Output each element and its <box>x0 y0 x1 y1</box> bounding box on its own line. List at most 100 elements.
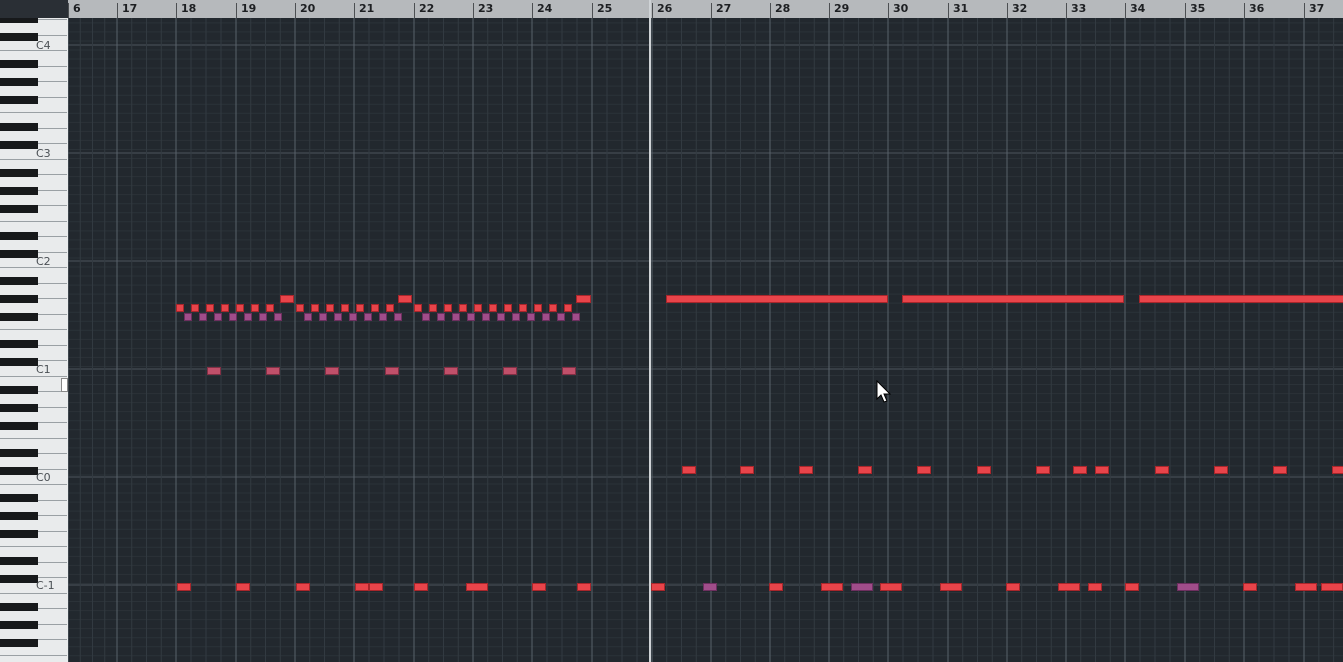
midi-note[interactable] <box>341 304 349 312</box>
midi-note[interactable] <box>1155 466 1169 474</box>
bar-number-21[interactable]: 21 <box>354 3 374 18</box>
midi-note[interactable] <box>666 295 888 303</box>
bar-number-19[interactable]: 19 <box>236 3 256 18</box>
black-key[interactable] <box>0 78 38 87</box>
midi-note[interactable] <box>429 304 437 312</box>
midi-note[interactable] <box>682 466 696 474</box>
midi-note[interactable] <box>489 304 497 312</box>
midi-note[interactable] <box>519 304 527 312</box>
midi-note[interactable] <box>459 304 467 312</box>
bar-number-31[interactable]: 31 <box>948 3 968 18</box>
midi-note[interactable] <box>304 313 312 321</box>
bar-number-27[interactable]: 27 <box>711 3 731 18</box>
bar-number-37[interactable]: 37 <box>1304 3 1324 18</box>
midi-note[interactable] <box>206 304 214 312</box>
midi-note[interactable] <box>1273 466 1287 474</box>
midi-note[interactable] <box>325 367 339 375</box>
black-key[interactable] <box>0 32 38 41</box>
midi-note[interactable] <box>527 313 535 321</box>
midi-note[interactable] <box>1332 466 1343 474</box>
black-key[interactable] <box>0 403 38 412</box>
midi-note[interactable] <box>355 583 369 591</box>
midi-note[interactable] <box>1214 466 1228 474</box>
midi-note[interactable] <box>349 313 357 321</box>
midi-note[interactable] <box>557 313 565 321</box>
midi-note[interactable] <box>266 367 280 375</box>
midi-note[interactable] <box>512 313 520 321</box>
midi-note[interactable] <box>214 313 222 321</box>
bar-number-34[interactable]: 34 <box>1125 3 1145 18</box>
midi-note[interactable] <box>651 583 665 591</box>
black-key[interactable] <box>0 60 38 69</box>
midi-note[interactable] <box>437 313 445 321</box>
midi-note[interactable] <box>274 313 282 321</box>
midi-note[interactable] <box>236 304 244 312</box>
bar-number-23[interactable]: 23 <box>473 3 493 18</box>
bar-number-17[interactable]: 17 <box>117 3 137 18</box>
midi-note[interactable] <box>386 304 394 312</box>
midi-note[interactable] <box>769 583 783 591</box>
midi-note[interactable] <box>191 304 199 312</box>
midi-note[interactable] <box>452 313 460 321</box>
midi-note[interactable] <box>858 466 872 474</box>
midi-note[interactable] <box>1139 295 1343 303</box>
bar-number-24[interactable]: 24 <box>532 3 552 18</box>
black-key[interactable] <box>0 277 38 286</box>
bar-number-25[interactable]: 25 <box>592 3 612 18</box>
black-key[interactable] <box>0 249 38 258</box>
midi-note[interactable] <box>851 583 873 591</box>
black-key[interactable] <box>0 295 38 304</box>
midi-note[interactable] <box>466 583 488 591</box>
bar-number-18[interactable]: 18 <box>176 3 196 18</box>
midi-note[interactable] <box>221 304 229 312</box>
midi-note[interactable] <box>394 313 402 321</box>
black-key[interactable] <box>0 512 38 521</box>
black-key[interactable] <box>0 530 38 539</box>
black-key[interactable] <box>0 186 38 195</box>
black-key[interactable] <box>0 620 38 629</box>
midi-note[interactable] <box>319 313 327 321</box>
midi-note[interactable] <box>311 304 319 312</box>
bar-number-26[interactable]: 26 <box>652 3 672 18</box>
bar-number-36[interactable]: 36 <box>1244 3 1264 18</box>
midi-note[interactable] <box>422 313 430 321</box>
black-key[interactable] <box>0 168 38 177</box>
note-grid[interactable] <box>68 18 1343 662</box>
midi-note[interactable] <box>184 313 192 321</box>
midi-note[interactable] <box>1006 583 1020 591</box>
midi-note[interactable] <box>902 295 1124 303</box>
midi-note[interactable] <box>1321 583 1343 591</box>
black-key[interactable] <box>0 231 38 240</box>
midi-note[interactable] <box>1177 583 1199 591</box>
midi-note[interactable] <box>444 367 458 375</box>
midi-note[interactable] <box>821 583 843 591</box>
midi-note[interactable] <box>414 583 428 591</box>
midi-note[interactable] <box>1295 583 1317 591</box>
midi-note[interactable] <box>532 583 546 591</box>
midi-note[interactable] <box>1073 466 1087 474</box>
midi-note[interactable] <box>251 304 259 312</box>
midi-note[interactable] <box>572 313 580 321</box>
midi-note[interactable] <box>379 313 387 321</box>
midi-note[interactable] <box>503 367 517 375</box>
black-key[interactable] <box>0 421 38 430</box>
midi-note[interactable] <box>369 583 383 591</box>
midi-note[interactable] <box>562 367 576 375</box>
midi-note[interactable] <box>364 313 372 321</box>
midi-note[interactable] <box>371 304 379 312</box>
midi-note[interactable] <box>482 313 490 321</box>
bar-number-28[interactable]: 28 <box>770 3 790 18</box>
bar-ruler[interactable]: 6 17 18 19 20 21 22 23 24 25 26 27 28 29 30 31 32 33 34 35 3… <box>68 0 1343 19</box>
midi-note[interactable] <box>1088 583 1102 591</box>
midi-note[interactable] <box>176 304 184 312</box>
midi-note[interactable] <box>280 295 294 303</box>
black-key[interactable] <box>0 358 38 367</box>
black-key[interactable] <box>0 313 38 322</box>
black-key[interactable] <box>0 557 38 566</box>
midi-note[interactable] <box>917 466 931 474</box>
midi-note[interactable] <box>504 304 512 312</box>
piano-keyboard[interactable]: C4 C3 C2 C1 C0 C-1 <box>0 18 69 662</box>
midi-note[interactable] <box>577 583 591 591</box>
midi-note[interactable] <box>177 583 191 591</box>
black-key[interactable] <box>0 204 38 213</box>
